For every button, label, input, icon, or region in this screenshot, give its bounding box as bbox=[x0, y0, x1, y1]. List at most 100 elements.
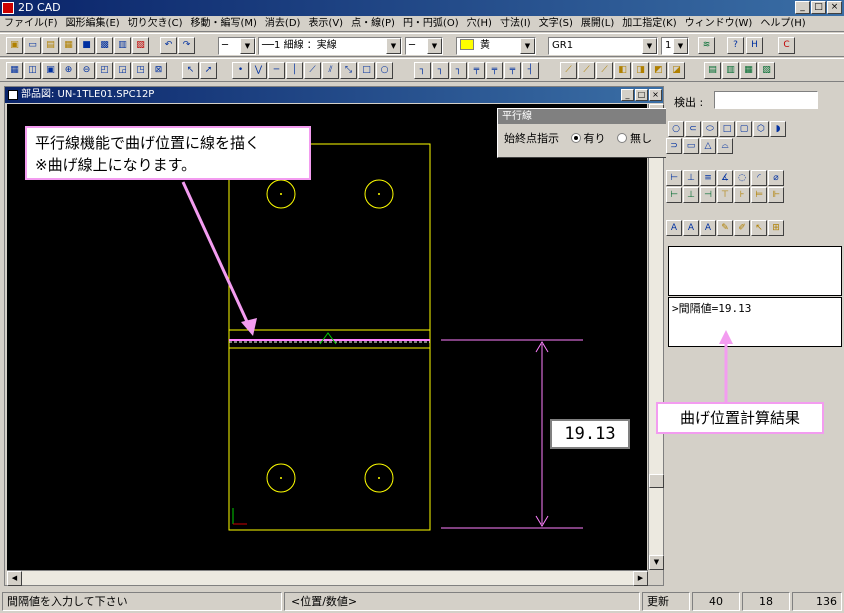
radio-yes-label[interactable]: 有り bbox=[584, 132, 606, 145]
folder-icon[interactable]: ▦ bbox=[60, 37, 77, 54]
text-table-icon[interactable]: ⊞ bbox=[768, 220, 784, 236]
edit-1-icon[interactable]: ⟋ bbox=[560, 62, 577, 79]
menu-item-7[interactable]: 円・円弧(O) bbox=[399, 16, 463, 31]
menu-item-12[interactable]: 加工指定(K) bbox=[618, 16, 680, 31]
horizontal-scrollbar[interactable]: ◀ ▶ bbox=[7, 570, 648, 586]
dim-auto-2-icon[interactable]: ⊥ bbox=[683, 187, 699, 203]
dim-h-icon[interactable]: ⊢ bbox=[666, 170, 682, 186]
menu-item-14[interactable]: ヘルプ(H) bbox=[756, 16, 809, 31]
menu-item-10[interactable]: 文字(S) bbox=[535, 16, 577, 31]
zoom-out-icon[interactable]: ⊖ bbox=[78, 62, 95, 79]
drawing-canvas[interactable]: 平行線機能で曲げ位置に線を描く ※曲げ線上になります。 19.13 bbox=[7, 104, 647, 570]
doc-minimize-button[interactable]: _ bbox=[621, 89, 634, 101]
polyline-icon[interactable]: ⋁ bbox=[250, 62, 267, 79]
menu-item-13[interactable]: ウィンドウ(W) bbox=[681, 16, 757, 31]
menu-item-9[interactable]: 寸法(I) bbox=[496, 16, 535, 31]
shape-rounded-icon[interactable]: ▢ bbox=[736, 121, 752, 137]
chevron-down-icon[interactable]: ▼ bbox=[642, 38, 657, 54]
text-abc-2-icon[interactable]: A bbox=[683, 220, 699, 236]
shape-circle-icon[interactable]: ○ bbox=[668, 121, 684, 137]
redo-icon[interactable]: ↷ bbox=[178, 37, 195, 54]
angle-line-icon[interactable]: ⟋ bbox=[304, 62, 321, 79]
open-folder-icon[interactable]: ▤ bbox=[42, 37, 59, 54]
menu-item-0[interactable]: ファイル(F) bbox=[0, 16, 62, 31]
grid-icon[interactable]: ▦ bbox=[6, 62, 23, 79]
menu-item-3[interactable]: 移動・編写(M) bbox=[186, 16, 260, 31]
select-icon[interactable]: ↖ bbox=[182, 62, 199, 79]
shape-square-icon[interactable]: □ bbox=[719, 121, 735, 137]
shape-d-icon[interactable]: ◗ bbox=[770, 121, 786, 137]
text-abc-1-icon[interactable]: A bbox=[666, 220, 682, 236]
print-preview-icon[interactable]: ▥ bbox=[114, 37, 131, 54]
notch-4-icon[interactable]: ┤ bbox=[522, 62, 539, 79]
text-edit-icon[interactable]: ✎ bbox=[717, 220, 733, 236]
color-select[interactable]: 黄 ▼ bbox=[456, 37, 536, 55]
cam-icon[interactable]: C bbox=[778, 37, 795, 54]
circle-icon[interactable]: ○ bbox=[376, 62, 393, 79]
radio-no-label[interactable]: 無し bbox=[630, 132, 652, 145]
scroll-thumb[interactable] bbox=[649, 474, 664, 488]
layer-stack-icon[interactable]: ≋ bbox=[698, 37, 715, 54]
text-pen-icon[interactable]: ✐ bbox=[734, 220, 750, 236]
mirror-icon[interactable]: ◪ bbox=[668, 62, 685, 79]
line-style-select[interactable]: ─ ▼ bbox=[218, 37, 256, 55]
redraw-icon[interactable]: ◳ bbox=[132, 62, 149, 79]
measure-icon[interactable]: ⊠ bbox=[150, 62, 167, 79]
shape-oval-icon[interactable]: ⬭ bbox=[702, 121, 718, 137]
edit-2-icon[interactable]: ⟋ bbox=[578, 62, 595, 79]
zoom-in-icon[interactable]: ⊕ bbox=[60, 62, 77, 79]
search-input[interactable] bbox=[714, 91, 818, 109]
notch-3-icon[interactable]: ╤ bbox=[504, 62, 521, 79]
scroll-left-icon[interactable]: ◀ bbox=[7, 571, 22, 586]
line-width-select[interactable]: ─ ▼ bbox=[405, 37, 443, 55]
text-cursor-icon[interactable]: ↖ bbox=[751, 220, 767, 236]
fit-icon[interactable]: ◰ bbox=[96, 62, 113, 79]
copy-icon[interactable]: ◧ bbox=[614, 62, 631, 79]
chevron-down-icon[interactable]: ▼ bbox=[673, 38, 688, 54]
pointer-icon[interactable]: ➚ bbox=[200, 62, 217, 79]
parallel-line-icon[interactable]: ⫽ bbox=[322, 62, 339, 79]
vertical-scrollbar[interactable]: ▲ ▼ bbox=[648, 104, 664, 570]
chevron-down-icon[interactable]: ▼ bbox=[240, 38, 255, 54]
print-icon[interactable]: ▧ bbox=[132, 37, 149, 54]
shape-hex-icon[interactable]: ⬡ bbox=[753, 121, 769, 137]
notch-1-icon[interactable]: ╤ bbox=[468, 62, 485, 79]
dim-auto-7-icon[interactable]: ⊩ bbox=[768, 187, 784, 203]
scroll-right-icon[interactable]: ▶ bbox=[633, 571, 648, 586]
open-file-icon[interactable]: ▭ bbox=[24, 37, 41, 54]
edit-3-icon[interactable]: ⟋ bbox=[596, 62, 613, 79]
zoom-window-icon[interactable]: ◫ bbox=[24, 62, 41, 79]
menu-item-4[interactable]: 消去(D) bbox=[261, 16, 305, 31]
dim-auto-4-icon[interactable]: ⊤ bbox=[717, 187, 733, 203]
shape-tri-icon[interactable]: △ bbox=[700, 138, 716, 154]
shape-key-icon[interactable]: ⊃ bbox=[666, 138, 682, 154]
layer-number-select[interactable]: 1 ▼ bbox=[661, 37, 689, 55]
dim-v-icon[interactable]: ⊥ bbox=[683, 170, 699, 186]
menu-item-6[interactable]: 点・線(P) bbox=[347, 16, 399, 31]
rotate-icon[interactable]: ◩ bbox=[650, 62, 667, 79]
shape-bar-icon[interactable]: ▭ bbox=[683, 138, 699, 154]
corner-3-icon[interactable]: ┐ bbox=[450, 62, 467, 79]
menu-item-1[interactable]: 図形編集(E) bbox=[62, 16, 124, 31]
menu-item-8[interactable]: 穴(H) bbox=[463, 16, 496, 31]
save-icon[interactable]: ■ bbox=[78, 37, 95, 54]
shape-slot-icon[interactable]: ⊂ bbox=[685, 121, 701, 137]
save-all-icon[interactable]: ▩ bbox=[96, 37, 113, 54]
hline-icon[interactable]: ─ bbox=[268, 62, 285, 79]
menu-item-11[interactable]: 展開(L) bbox=[577, 16, 618, 31]
undo-icon[interactable]: ↶ bbox=[160, 37, 177, 54]
chevron-down-icon[interactable]: ▼ bbox=[427, 38, 442, 54]
maximize-button[interactable]: □ bbox=[811, 1, 826, 14]
help-topic-icon[interactable]: H bbox=[746, 37, 763, 54]
point-icon[interactable]: • bbox=[232, 62, 249, 79]
dim-auto-6-icon[interactable]: ⊨ bbox=[751, 187, 767, 203]
help-icon[interactable]: ? bbox=[727, 37, 744, 54]
move-icon[interactable]: ◨ bbox=[632, 62, 649, 79]
corner-2-icon[interactable]: ┐ bbox=[432, 62, 449, 79]
rectangle-icon[interactable]: □ bbox=[358, 62, 375, 79]
new-icon[interactable]: ▣ bbox=[6, 37, 23, 54]
dim-dia-icon[interactable]: ⌀ bbox=[768, 170, 784, 186]
menu-item-5[interactable]: 表示(V) bbox=[304, 16, 347, 31]
layer-1-icon[interactable]: ▤ bbox=[704, 62, 721, 79]
shape-dome-icon[interactable]: ⌓ bbox=[717, 138, 733, 154]
